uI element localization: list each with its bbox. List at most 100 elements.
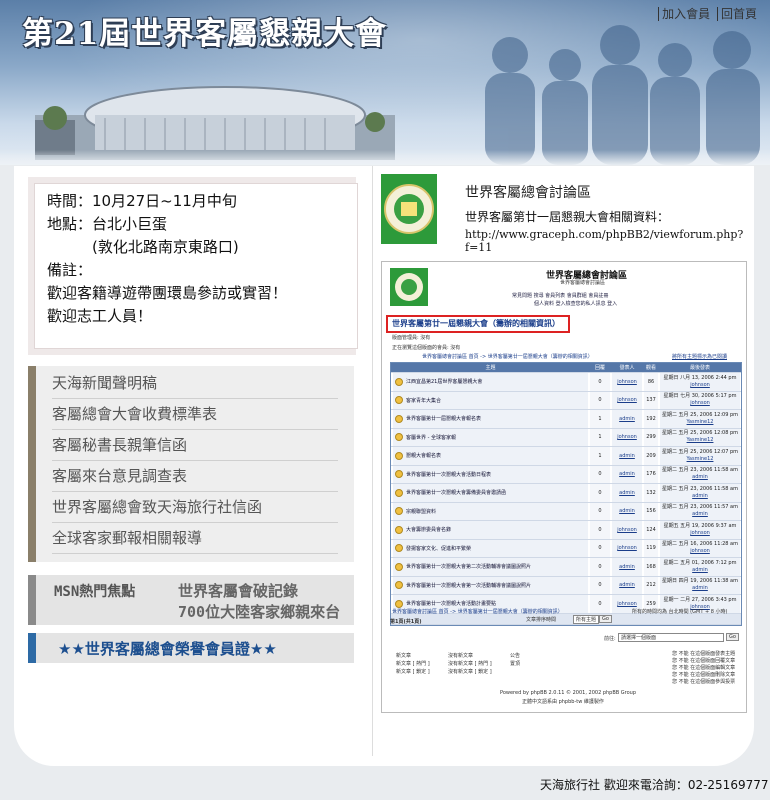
shot-row-last-date: 星期二 五月 25, 2006 12:08 pm xyxy=(661,430,739,437)
shot-row-replies: 0 xyxy=(590,373,610,391)
msn-accent-bar xyxy=(28,575,36,625)
shot-row-last-date: 星期二 五月 23, 2006 11:57 am xyxy=(662,504,738,511)
shot-row-author: admin xyxy=(612,558,642,576)
topic-folder-icon xyxy=(395,396,403,405)
shot-row-topic: 懇親大會報名表 xyxy=(393,447,588,465)
shot-row-views: 124 xyxy=(644,521,658,539)
shot-row-last-author: admin xyxy=(692,585,708,592)
menu-item-survey[interactable]: 客屬來台意見調查表 xyxy=(52,461,338,492)
topic-folder-icon xyxy=(395,414,403,423)
shot-row-views: 176 xyxy=(644,465,658,483)
member-card-label[interactable]: ★★世界客屬總會榮譽會員證★★ xyxy=(58,638,277,659)
shot-row-replies: 0 xyxy=(590,595,610,613)
shot-table-row: 懇親大會報名表 1 admin 209 星期二 五月 25, 2006 12:07 pm… xyxy=(391,447,741,466)
forum-url[interactable]: http://www.graceph.com/phpBB2/viewforum.… xyxy=(465,228,755,254)
shot-perm-5: 您 不能 在這個版面參與投票 xyxy=(672,679,736,685)
shot-legend-none: 沒有新文章 xyxy=(448,653,474,659)
shot-row-last-author: Yasmine12 xyxy=(686,437,714,444)
shot-table-row: 客家青年大集合 0 johnson 137 星期日 七月 30, 2006 5:17 p… xyxy=(391,391,741,410)
shot-header-topic: 主題 xyxy=(393,363,588,372)
topic-folder-icon xyxy=(395,377,403,386)
shot-row-topic: 世界客屬第廿一次懇親大會第二次活動輔導會議圖說照片 xyxy=(393,558,588,576)
topic-folder-icon xyxy=(395,451,403,460)
join-member-link[interactable]: 加入會員 xyxy=(658,7,714,21)
shot-table-footer: 文章排序時間 所有主題 Go xyxy=(391,613,741,625)
topic-folder-icon xyxy=(395,507,403,516)
shot-row-last-author: admin xyxy=(692,511,708,518)
shot-powered-by: Powered by phpBB 2.0.11 © 2001, 2002 php… xyxy=(500,690,637,696)
shot-row-topic: 世界客屬第廿一次懇親大會活動日程表 xyxy=(393,465,588,483)
forum-title[interactable]: 世界客屬總會討論區 xyxy=(465,182,591,202)
member-accent-bar xyxy=(28,633,36,663)
shot-row-author: johnson xyxy=(612,521,642,539)
msn-link-record[interactable]: 世界客屬會破記錄 xyxy=(178,580,298,601)
shot-row-topic-text: 懇親大會報名表 xyxy=(406,453,442,460)
shot-perm-3: 您 不能 在這個版面編輯文章 xyxy=(672,665,736,671)
shot-row-last-post: 星期日 八月 13, 2006 2:44 pm johnson xyxy=(660,373,740,391)
shot-translation: 正體中文語系由 phpbb-tw 維護製作 xyxy=(522,699,604,705)
shot-table-header: 主題 回覆 發表人 觀看 最後發表 xyxy=(391,363,741,373)
event-note-label: 備註： xyxy=(47,261,93,279)
shot-row-topic: 世界客屬第廿一屆懇親大會報名表 xyxy=(393,410,588,428)
shot-row-last-author: johnson xyxy=(690,548,710,555)
shot-highlight-forum-name: 世界客屬第廿一屆懇親大會（籌辦的相關資訊） xyxy=(386,315,570,333)
forum-screenshot-image[interactable]: 世界客屬總會討論區 世界客屬總會討論區 常見問題 搜尋 會員列表 會員群組 會員… xyxy=(381,261,747,713)
shot-row-last-date: 星期日 七月 30, 2006 5:17 pm xyxy=(663,393,737,400)
shot-row-replies: 0 xyxy=(590,539,610,557)
shot-row-topic-text: 客家青年大集合 xyxy=(406,397,442,404)
shot-table-row: 大會籌辦委員會名錄 0 johnson 124 星期五 五月 19, 2006 9:37… xyxy=(391,521,741,540)
menu-item-association-letter[interactable]: 世界客屬總會致天海旅行社信函 xyxy=(52,492,338,523)
menu-item-secretary-letter[interactable]: 客屬秘書長親筆信函 xyxy=(52,430,338,461)
shot-row-last-post: 星期二 五月 23, 2006 11:58 am admin xyxy=(660,465,740,483)
forum-description: 世界客屬第廿一屆懇親大會相關資料： xyxy=(465,210,670,224)
shot-row-replies: 1 xyxy=(590,447,610,465)
shot-row-topic: 客屬世界 - 全球客家報 xyxy=(393,428,588,446)
shot-row-last-date: 星期二 五月 16, 2006 11:28 am xyxy=(662,541,738,548)
menu-accent-bar xyxy=(28,366,36,562)
shot-row-last-post: 星期日 七月 30, 2006 5:17 pm johnson xyxy=(660,391,740,409)
shot-row-views: 132 xyxy=(644,484,658,502)
shot-row-author: admin xyxy=(612,502,642,520)
topic-folder-icon xyxy=(395,562,403,571)
top-links: 加入會員 回首頁 xyxy=(658,5,760,22)
shot-table-row: 世界客屬第廿一次懇親大會第二次活動輔導會議圖說照片 0 admin 168 星期二 五月… xyxy=(391,558,741,577)
shot-row-last-post: 星期二 五月 25, 2006 12:08 pm Yasmine12 xyxy=(660,428,740,446)
arena-building-image xyxy=(35,86,395,160)
topic-folder-icon xyxy=(395,544,403,553)
shot-row-topic-text: 世界客屬第廿一次懇親大會籌備委員會邀請函 xyxy=(406,490,507,497)
shot-header-last-post: 最後發表 xyxy=(660,363,740,372)
menu-item-fee-table[interactable]: 客屬總會大會收費標準表 xyxy=(52,399,338,430)
shot-perm-1: 您 不能 在這個版面發表主題 xyxy=(672,651,736,657)
shot-table-row: 宗親聯盟資料 0 admin 156 星期二 五月 23, 2006 11:57 am a… xyxy=(391,502,741,521)
shot-row-topic: 大會籌辦委員會名錄 xyxy=(393,521,588,539)
shot-jump-select: 請選擇一個版面 xyxy=(618,633,724,642)
home-link[interactable]: 回首頁 xyxy=(716,7,760,21)
topic-folder-icon xyxy=(395,470,403,479)
shot-row-last-post: 星期二 五月 25, 2006 12:09 pm Yasmine12 xyxy=(660,410,740,428)
shot-perm-4: 您 不能 在這個版面刪除文章 xyxy=(672,672,736,678)
shot-sort-go: Go xyxy=(599,614,612,623)
shot-nav-links-2: 個人資料 登入檢查您的私人訊息 登入 xyxy=(534,301,618,307)
menu-item-press-reports[interactable]: 全球客家郵報相關報導 xyxy=(52,523,338,554)
msn-hot-topics: MSN熱門焦點 世界客屬會破記錄 700位大陸客家鄉親來台 xyxy=(28,575,354,625)
shot-row-author: admin xyxy=(612,576,642,594)
shot-table-row: 世界客屬第廿一屆懇親大會報名表 1 admin 192 星期二 五月 25, 2006 … xyxy=(391,410,741,429)
shot-header-author: 發表人 xyxy=(612,363,642,372)
menu-item-news-statement[interactable]: 天海新聞聲明稿 xyxy=(52,368,338,399)
shot-row-replies: 0 xyxy=(590,502,610,520)
shot-row-last-author: Yasmine12 xyxy=(686,455,714,462)
shot-row-views: 119 xyxy=(644,539,658,557)
honorary-member-card[interactable]: ★★世界客屬總會榮譽會員證★★ xyxy=(28,633,354,663)
shot-jump-label: 前往: xyxy=(604,636,616,642)
topic-folder-icon xyxy=(395,433,403,442)
header-banner: 第21屆世界客屬懇親大會 加入會員 回首頁 xyxy=(0,0,770,165)
shot-row-topic: 世界客屬第廿一次懇親大會籌備委員會邀請函 xyxy=(393,484,588,502)
shot-legend-none-hot: 沒有新文章 [ 熱門 ] xyxy=(448,661,492,667)
shot-row-views: 156 xyxy=(644,502,658,520)
shot-row-last-author: johnson xyxy=(690,400,710,407)
msn-link-visitors[interactable]: 700位大陸客家鄉親來台 xyxy=(178,601,340,622)
event-note-2: 歡迎志工人員！ xyxy=(47,307,153,325)
shot-table-row: 世界客屬第廿一次懇親大會第一次活動輔導會議圖說照片 0 admin 212 星期日 四月… xyxy=(391,576,741,595)
association-logo xyxy=(381,174,437,244)
shot-row-topic-text: 世界客屬第廿一屆懇親大會報名表 xyxy=(406,416,482,423)
